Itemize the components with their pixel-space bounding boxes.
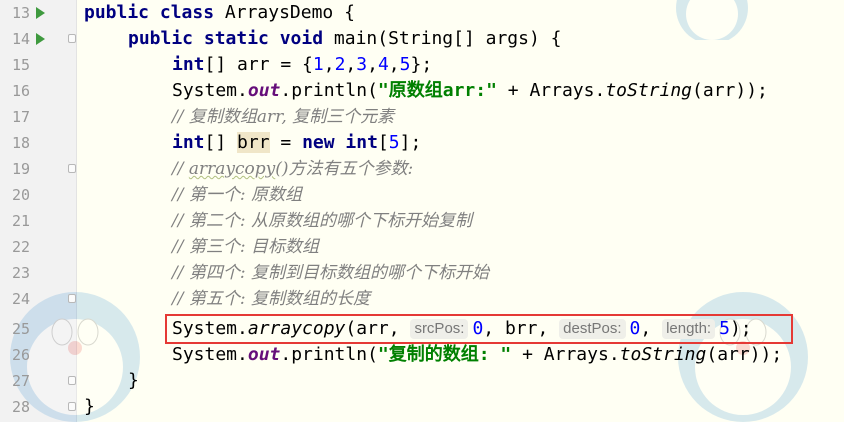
- code-line[interactable]: 22 // 第三个: 目标数组: [0, 234, 844, 260]
- comment-text[interactable]: // 第一个: 原数组: [172, 182, 302, 208]
- comment-text[interactable]: // 复制数组arr, 复制三个元素: [172, 104, 394, 130]
- run-icon[interactable]: [36, 33, 45, 45]
- code-line[interactable]: 23 // 第四个: 复制到目标数组的哪个下标开始: [0, 260, 844, 286]
- comment-text[interactable]: // 第三个: 目标数组: [172, 234, 319, 260]
- line-number: 16: [11, 82, 30, 100]
- code-line[interactable]: 15 int[] arr = {1,2,3,4,5};: [0, 52, 844, 78]
- code-text[interactable]: System.out.println("复制的数组: " + Arrays.to…: [172, 342, 782, 368]
- highlight-box: [165, 314, 793, 344]
- line-number: 15: [11, 56, 30, 74]
- fold-icon[interactable]: [68, 294, 76, 303]
- comment-text[interactable]: // arraycopy()方法有五个参数:: [172, 156, 413, 182]
- code-text[interactable]: }: [84, 394, 95, 420]
- code-line[interactable]: 27 }: [0, 368, 844, 394]
- code-line[interactable]: 28 }: [0, 394, 844, 420]
- line-number: 17: [11, 108, 30, 126]
- line-number: 27: [11, 372, 30, 390]
- code-line[interactable]: 19 // arraycopy()方法有五个参数:: [0, 156, 844, 182]
- line-number: 14: [11, 30, 30, 48]
- code-line[interactable]: 16 System.out.println("原数组arr:" + Arrays…: [0, 78, 844, 104]
- line-number: 25: [11, 320, 30, 338]
- code-text[interactable]: int[] arr = {1,2,3,4,5};: [172, 52, 432, 78]
- code-line[interactable]: 21 // 第二个: 从原数组的哪个下标开始复制: [0, 208, 844, 234]
- comment-text[interactable]: // 第二个: 从原数组的哪个下标开始复制: [172, 208, 472, 234]
- code-line[interactable]: 17 // 复制数组arr, 复制三个元素: [0, 104, 844, 130]
- fold-icon[interactable]: [68, 164, 76, 173]
- line-number: 24: [11, 290, 30, 308]
- code-line[interactable]: 24 // 第五个: 复制数组的长度: [0, 286, 844, 312]
- line-number: 28: [11, 398, 30, 416]
- line-number: 23: [11, 264, 30, 282]
- line-number: 18: [11, 134, 30, 152]
- line-number: 22: [11, 238, 30, 256]
- code-line[interactable]: 20 // 第一个: 原数组: [0, 182, 844, 208]
- code-text[interactable]: }: [128, 368, 139, 394]
- line-number: 26: [11, 346, 30, 364]
- comment-text[interactable]: // 第五个: 复制数组的长度: [172, 286, 370, 312]
- comment-text[interactable]: // 第四个: 复制到目标数组的哪个下标开始: [172, 260, 489, 286]
- code-text[interactable]: System.out.println("原数组arr:" + Arrays.to…: [172, 78, 768, 104]
- line-number: 19: [11, 160, 30, 178]
- fold-icon[interactable]: [68, 34, 76, 43]
- code-line[interactable]: 13 public class ArraysDemo {: [0, 0, 844, 26]
- line-number: 21: [11, 212, 30, 230]
- code-line[interactable]: 14 public static void main(String[] args…: [0, 26, 844, 52]
- line-number: 13: [11, 4, 30, 22]
- run-icon[interactable]: [36, 7, 45, 19]
- code-text[interactable]: public static void main(String[] args) {: [128, 26, 561, 52]
- fold-icon[interactable]: [68, 376, 76, 385]
- code-text[interactable]: public class ArraysDemo {: [84, 0, 355, 26]
- code-line[interactable]: 26 System.out.println("复制的数组: " + Arrays…: [0, 342, 844, 368]
- code-text[interactable]: int[] brr = new int[5];: [172, 130, 421, 156]
- fold-icon[interactable]: [68, 402, 76, 411]
- code-line[interactable]: 18 int[] brr = new int[5];: [0, 130, 844, 156]
- line-number: 20: [11, 186, 30, 204]
